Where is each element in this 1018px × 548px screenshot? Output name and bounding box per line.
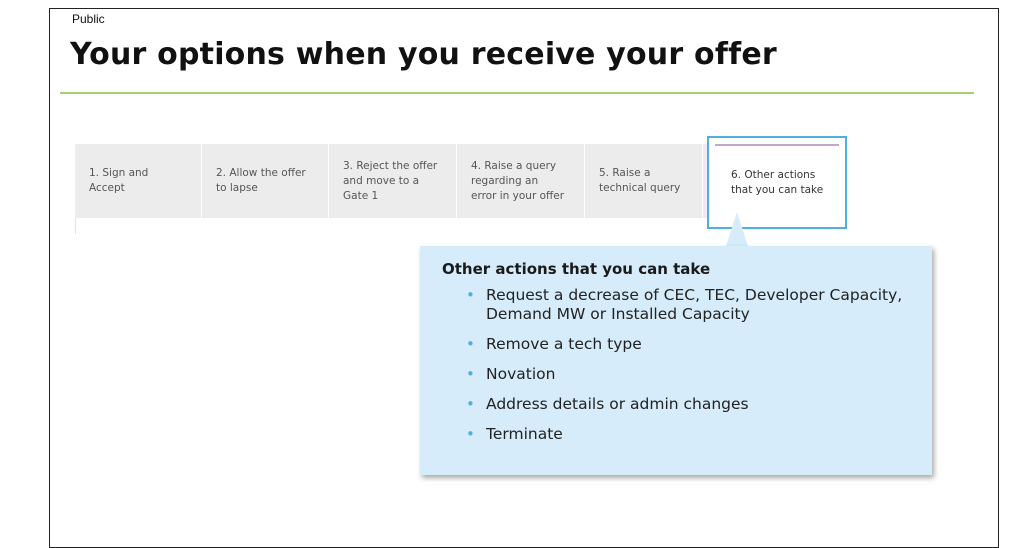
bullet-icon: • bbox=[466, 335, 475, 353]
actions-list: • Request a decrease of CEC, TEC, Develo… bbox=[442, 286, 932, 444]
list-item: • Terminate bbox=[466, 425, 932, 444]
list-item: • Remove a tech type bbox=[466, 335, 932, 354]
page-title: Your options when you receive your offer bbox=[70, 37, 777, 72]
option-tabs: 1. Sign and Accept 2. Allow the offer to… bbox=[75, 136, 847, 229]
classification-label: Public bbox=[72, 12, 105, 26]
tab-raise-query-error[interactable]: 4. Raise a query regarding an error in y… bbox=[457, 144, 585, 218]
list-item-text: Request a decrease of CEC, TEC, Develope… bbox=[486, 286, 903, 323]
tab-sign-and-accept[interactable]: 1. Sign and Accept bbox=[75, 144, 202, 218]
title-divider bbox=[60, 92, 974, 94]
tab-label: 4. Raise a query regarding an error in y… bbox=[471, 159, 565, 202]
tab-label: 3. Reject the offer and move to a Gate 1 bbox=[343, 159, 438, 202]
list-item-text: Novation bbox=[486, 365, 556, 383]
tab-allow-offer-to-lapse[interactable]: 2. Allow the offer to lapse bbox=[202, 144, 329, 218]
list-item: • Request a decrease of CEC, TEC, Develo… bbox=[466, 286, 932, 324]
bullet-icon: • bbox=[466, 425, 475, 443]
tab-raise-technical-query[interactable]: 5. Raise a technical query bbox=[585, 144, 703, 218]
list-item-text: Remove a tech type bbox=[486, 335, 642, 353]
tab-reject-offer[interactable]: 3. Reject the offer and move to a Gate 1 bbox=[329, 144, 457, 218]
tab-label: 6. Other actions that you can take bbox=[731, 168, 824, 196]
tab-label: 1. Sign and Accept bbox=[89, 167, 149, 194]
callout-title: Other actions that you can take bbox=[442, 260, 711, 278]
list-item-text: Address details or admin changes bbox=[486, 395, 749, 413]
tab-label: 2. Allow the offer to lapse bbox=[216, 167, 306, 194]
tab-label: 5. Raise a technical query bbox=[599, 167, 681, 194]
tabs-content-edge bbox=[75, 218, 708, 234]
list-item-text: Terminate bbox=[486, 425, 563, 443]
bullet-icon: • bbox=[466, 365, 475, 383]
list-item: • Address details or admin changes bbox=[466, 395, 932, 414]
callout-pointer bbox=[726, 212, 748, 246]
bullet-icon: • bbox=[466, 395, 475, 413]
bullet-icon: • bbox=[466, 286, 475, 304]
callout-panel: Other actions that you can take • Reques… bbox=[420, 246, 932, 475]
list-item: • Novation bbox=[466, 365, 932, 384]
